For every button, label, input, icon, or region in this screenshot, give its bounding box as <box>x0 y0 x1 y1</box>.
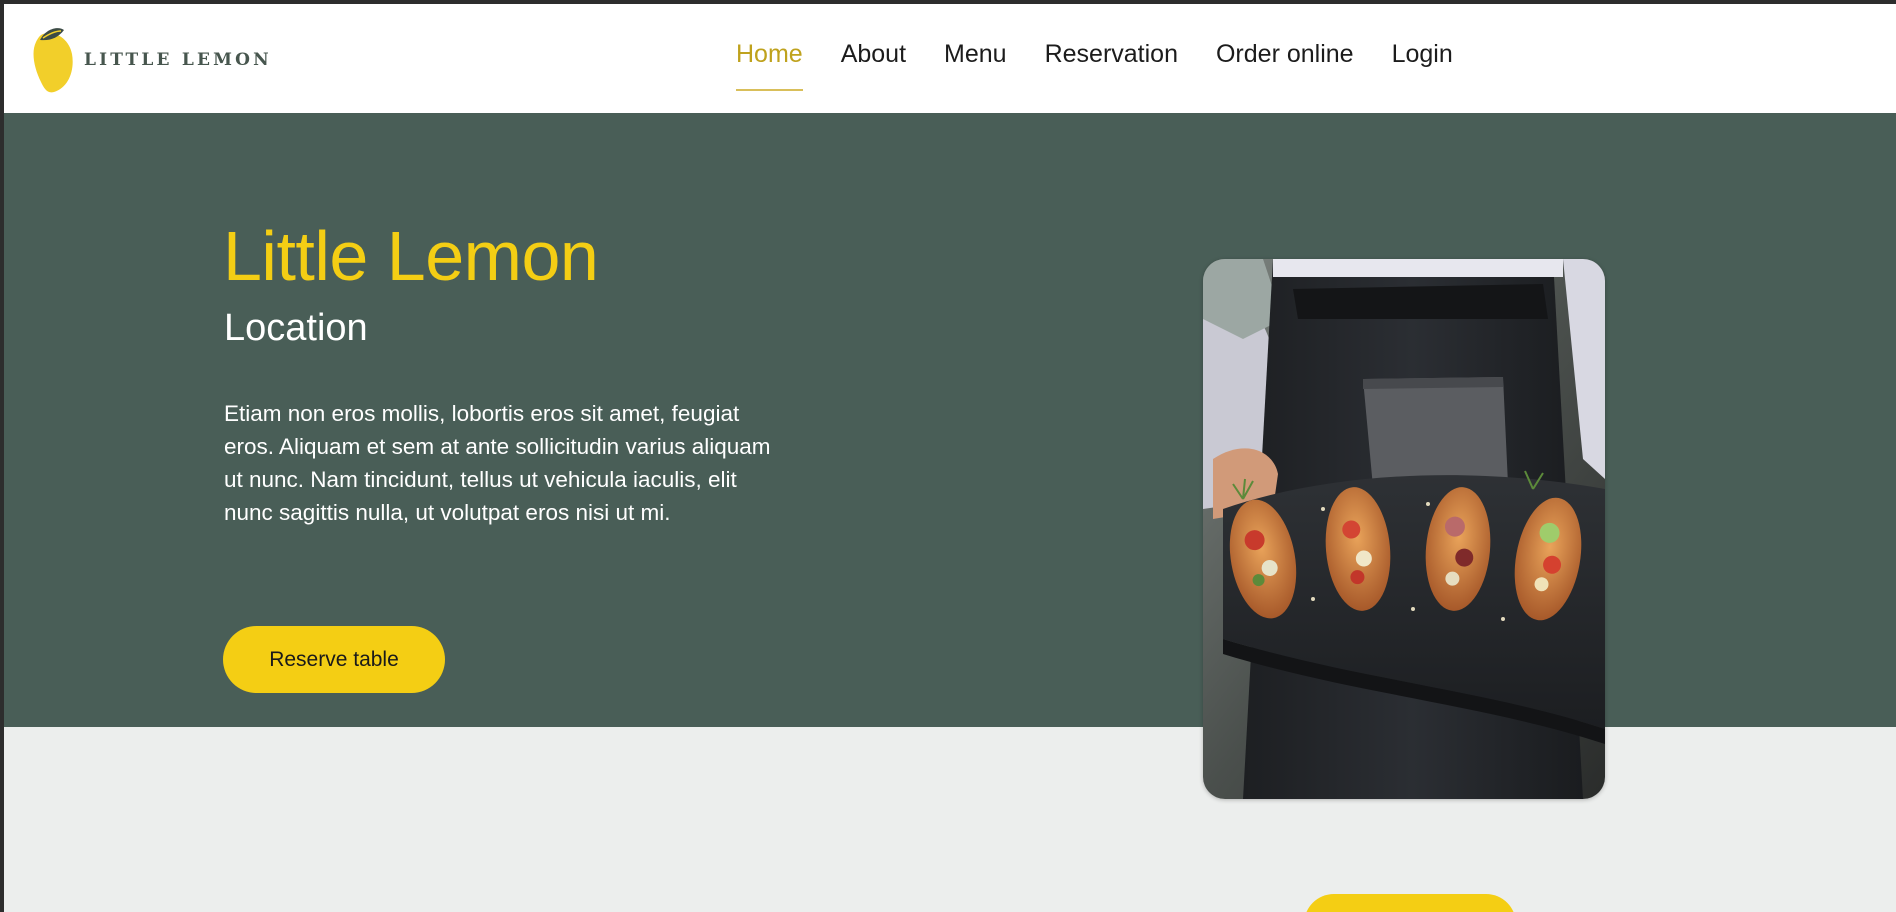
lemon-logo-icon <box>33 28 73 93</box>
nav-order-online[interactable]: Order online <box>1216 39 1354 91</box>
hero-section: Little Lemon Location Etiam non eros mol… <box>4 113 1896 727</box>
main-nav: Home About Menu Reservation Order online… <box>736 39 1453 91</box>
hero-food-image <box>1203 259 1605 799</box>
secondary-button-partial[interactable] <box>1304 894 1516 912</box>
nav-home[interactable]: Home <box>736 39 803 91</box>
brand-name: LITTLE LEMON <box>84 49 272 70</box>
hero-description: Etiam non eros mollis, lobortis eros sit… <box>224 401 771 525</box>
page: LITTLE LEMON Home About Menu Reservation… <box>4 4 1896 912</box>
nav-reservation[interactable]: Reservation <box>1045 39 1178 91</box>
site-header: LITTLE LEMON Home About Menu Reservation… <box>4 4 1896 113</box>
chef-holding-platter-image <box>1203 259 1605 799</box>
reserve-table-button[interactable]: Reserve table <box>223 626 445 693</box>
hero-subtitle: Location <box>224 307 368 349</box>
hero-title: Little Lemon <box>223 217 599 295</box>
logo-link[interactable]: LITTLE LEMON <box>32 26 272 94</box>
nav-menu[interactable]: Menu <box>944 39 1007 91</box>
nav-login[interactable]: Login <box>1392 39 1453 91</box>
nav-about[interactable]: About <box>841 39 906 91</box>
